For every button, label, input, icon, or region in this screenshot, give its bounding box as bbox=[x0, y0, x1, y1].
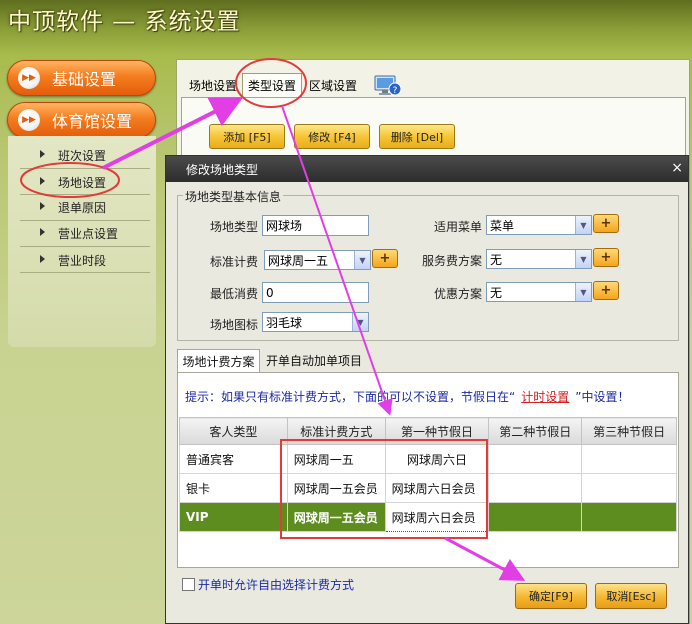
sidebar-item-shift[interactable]: 班次设置 bbox=[40, 147, 106, 164]
table-cell[interactable]: 网球周一五 bbox=[286, 444, 386, 474]
table-cell[interactable]: 网球周六日会员 bbox=[384, 473, 490, 503]
column-header[interactable]: 标准计费方式 bbox=[286, 417, 386, 445]
table-cell[interactable] bbox=[581, 473, 677, 503]
standard-billing-select[interactable]: 网球周一五 ▼ bbox=[264, 250, 371, 270]
delete-button[interactable]: 删除 [Del] bbox=[379, 124, 455, 149]
table-header-row: 客人类型 标准计费方式 第一种节假日 第二种节假日 第三种节假日 bbox=[179, 417, 677, 445]
section-title: 场地类型基本信息 bbox=[183, 188, 284, 205]
app-title: 中顶软件 — 系统设置 bbox=[8, 9, 241, 35]
nav-group-label: 体育馆设置 bbox=[52, 112, 133, 131]
column-header[interactable]: 第三种节假日 bbox=[581, 417, 677, 445]
cancel-button[interactable]: 取消[Esc] bbox=[595, 583, 667, 609]
divider bbox=[20, 272, 150, 273]
table-cell[interactable]: 银卡 bbox=[179, 473, 288, 503]
tab-venue-settings[interactable]: 场地设置 bbox=[184, 73, 242, 97]
tab-billing-plan[interactable]: 场地计费方案 bbox=[177, 349, 260, 372]
add-standard-billing-button[interactable]: + bbox=[372, 249, 398, 268]
venue-icon-select[interactable]: 羽毛球 ▼ bbox=[262, 312, 369, 332]
add-menu-button[interactable]: + bbox=[593, 214, 619, 233]
chevron-down-icon: ▼ bbox=[575, 283, 591, 301]
svg-text:?: ? bbox=[393, 86, 398, 96]
table-cell[interactable]: 网球周一五会员 bbox=[286, 502, 386, 532]
expand-arrow-icon: ▶▶ bbox=[18, 109, 40, 131]
expand-arrow-icon: ▶▶ bbox=[18, 67, 40, 89]
table-cell[interactable]: 网球周六日 bbox=[384, 444, 490, 474]
minimum-spend-label: 最低消费 bbox=[209, 287, 258, 301]
table-cell[interactable] bbox=[581, 502, 677, 532]
bullet-triangle-icon bbox=[40, 255, 45, 263]
service-fee-label: 服务费方案 bbox=[421, 254, 482, 268]
hint-text: 提示：如果只有标准计费方式，下面的可以不设置，节假日在“ 计时设置 ”中设置！ bbox=[185, 390, 630, 404]
bullet-triangle-icon bbox=[40, 202, 45, 210]
chevron-down-icon: ▼ bbox=[575, 250, 591, 268]
chevron-down-icon: ▼ bbox=[352, 313, 368, 331]
sidebar-item-outlet[interactable]: 营业点设置 bbox=[40, 225, 118, 242]
checkbox-label: 开单时允许自由选择计费方式 bbox=[198, 578, 355, 592]
table-cell[interactable]: VIP bbox=[179, 502, 288, 532]
bullet-triangle-icon bbox=[40, 228, 45, 236]
sidebar-item-venue[interactable]: 场地设置 bbox=[40, 174, 106, 191]
add-button[interactable]: 添加 [F5] bbox=[209, 124, 285, 149]
edit-button[interactable]: 修改 [F4] bbox=[294, 124, 370, 149]
table-cell[interactable] bbox=[581, 444, 677, 474]
applicable-menu-select[interactable]: 菜单 ▼ bbox=[486, 215, 592, 235]
divider bbox=[20, 220, 150, 221]
divider bbox=[20, 168, 150, 169]
bullet-triangle-icon bbox=[40, 150, 45, 158]
dialog-title: 修改场地类型 bbox=[166, 156, 688, 182]
venue-icon-label: 场地图标 bbox=[209, 318, 258, 332]
sidebar-item-refund-reason[interactable]: 退单原因 bbox=[40, 199, 106, 216]
service-fee-select[interactable]: 无 ▼ bbox=[486, 249, 592, 269]
table-cell[interactable]: 网球周一五会员 bbox=[286, 473, 386, 503]
ok-button[interactable]: 确定[F9] bbox=[515, 583, 587, 609]
nav-group-gym-settings[interactable]: ▶▶ 体育馆设置 bbox=[7, 102, 156, 138]
tab-type-settings[interactable]: 类型设置 bbox=[242, 73, 302, 97]
minimum-spend-input[interactable]: 0 bbox=[262, 282, 369, 303]
standard-billing-label: 标准计费 bbox=[209, 255, 258, 269]
divider bbox=[20, 246, 150, 247]
table-cell[interactable] bbox=[488, 473, 583, 503]
table-row[interactable]: 普通宾客 网球周一五 网球周六日 bbox=[179, 444, 677, 474]
nav-group-label: 基础设置 bbox=[52, 70, 117, 89]
billing-table: 客人类型 标准计费方式 第一种节假日 第二种节假日 第三种节假日 普通宾客 网球… bbox=[179, 417, 677, 532]
applicable-menu-label: 适用菜单 bbox=[433, 220, 482, 234]
allow-free-choice-checkbox[interactable] bbox=[182, 578, 195, 591]
column-header[interactable]: 第二种节假日 bbox=[488, 417, 583, 445]
chevron-down-icon: ▼ bbox=[575, 216, 591, 234]
venue-type-label: 场地类型 bbox=[209, 220, 258, 234]
discount-select[interactable]: 无 ▼ bbox=[486, 282, 592, 302]
add-service-fee-button[interactable]: + bbox=[593, 248, 619, 267]
help-monitor-icon[interactable]: ? bbox=[374, 74, 402, 98]
column-header[interactable]: 第一种节假日 bbox=[384, 417, 490, 445]
nav-group-basic-settings[interactable]: ▶▶ 基础设置 bbox=[7, 60, 156, 96]
table-row-selected[interactable]: VIP 网球周一五会员 网球周六日会员 bbox=[179, 502, 677, 532]
timing-settings-link[interactable]: 计时设置 bbox=[521, 390, 569, 404]
table-cell-focused[interactable]: 网球周六日会员 bbox=[384, 502, 490, 532]
table-cell[interactable] bbox=[488, 444, 583, 474]
close-icon[interactable]: × bbox=[671, 160, 683, 176]
add-discount-button[interactable]: + bbox=[593, 281, 619, 300]
bullet-triangle-icon bbox=[40, 177, 45, 185]
table-cell[interactable] bbox=[488, 502, 583, 532]
table-row[interactable]: 银卡 网球周一五会员 网球周六日会员 bbox=[179, 473, 677, 503]
chevron-down-icon: ▼ bbox=[354, 251, 370, 269]
discount-label: 优惠方案 bbox=[433, 287, 482, 301]
column-header[interactable]: 客人类型 bbox=[179, 417, 288, 445]
venue-type-input[interactable]: 网球场 bbox=[262, 215, 369, 236]
sidebar-item-business-hours[interactable]: 营业时段 bbox=[40, 252, 106, 269]
divider bbox=[20, 194, 150, 195]
table-cell[interactable]: 普通宾客 bbox=[179, 444, 288, 474]
tab-area-settings[interactable]: 区域设置 bbox=[304, 73, 362, 97]
tab-auto-add-items[interactable]: 开单自动加单项目 bbox=[262, 349, 366, 372]
